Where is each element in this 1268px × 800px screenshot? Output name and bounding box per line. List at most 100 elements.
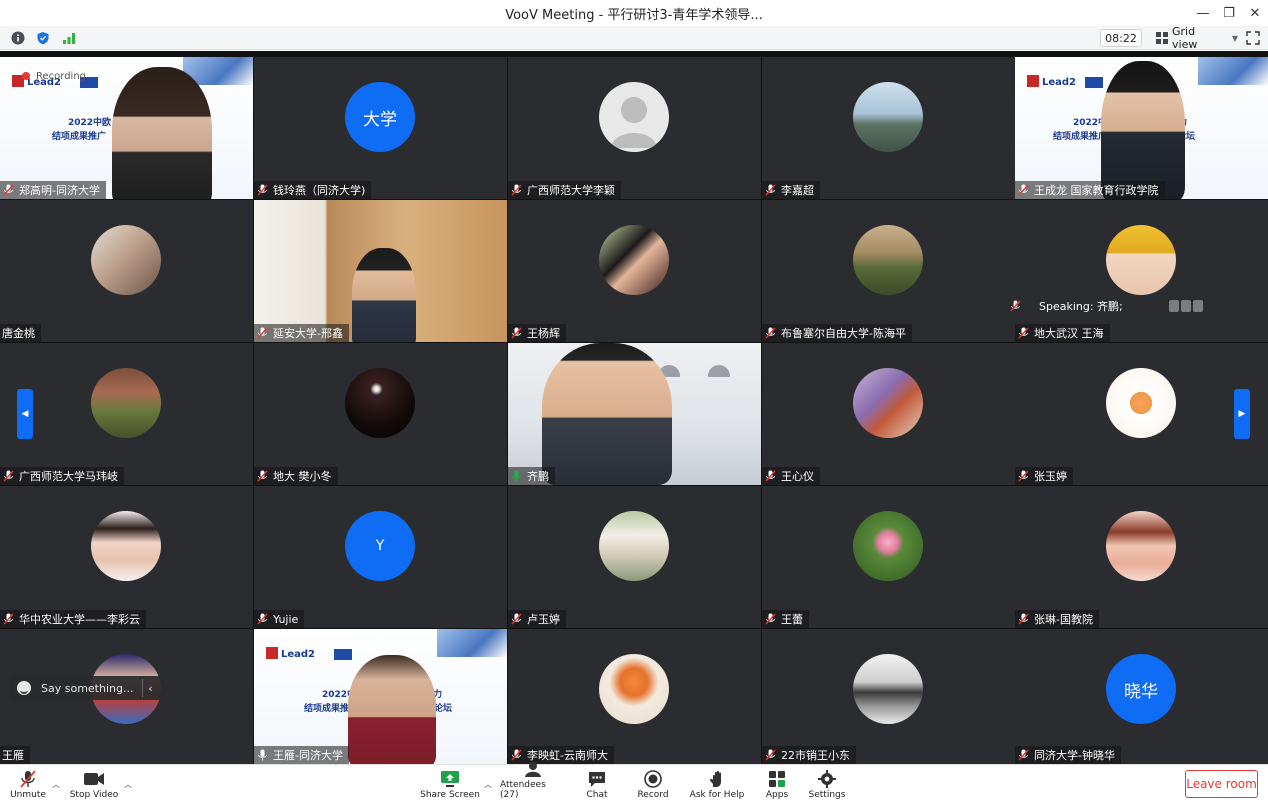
close-icon[interactable]: ✕ — [1242, 0, 1268, 26]
reaction-icons[interactable] — [1168, 300, 1203, 312]
participant-tile[interactable]: 唐金桃 — [0, 200, 253, 342]
share-screen-button[interactable]: Share Screen — [420, 768, 480, 800]
camera-video — [508, 343, 761, 485]
participant-name: 地大武汉 王海 — [1015, 324, 1110, 342]
meeting-timer: 08:22 — [1100, 29, 1142, 47]
mic-muted-icon — [3, 613, 14, 625]
participant-name: 齐鹏 — [508, 467, 555, 485]
window-controls: — ❐ ✕ — [1190, 0, 1268, 26]
participant-tile[interactable]: 晓华 同济大学-钟晓华 — [1015, 629, 1268, 764]
record-button[interactable]: Record — [634, 768, 672, 800]
speaking-label: Speaking: 齐鹏; — [1039, 300, 1123, 313]
participant-tile[interactable]: 王心仪 — [762, 343, 1015, 485]
participant-tile[interactable]: 地大武汉 王海 — [1015, 200, 1268, 342]
mic-muted-icon — [3, 184, 14, 196]
avatar — [91, 368, 161, 438]
participant-tile[interactable]: 延安大学-邢鑫 — [254, 200, 507, 342]
participant-tile[interactable]: Lead2 2022中欧 结项成果推广 Recording 郑高明-同济大学 — [0, 57, 253, 199]
settings-button[interactable]: Settings — [806, 768, 848, 800]
grid-view-dropdown[interactable]: Grid view ▼ — [1150, 25, 1238, 51]
avatar — [91, 225, 161, 295]
participant-name: 华中农业大学——李彩云 — [0, 610, 146, 628]
restore-icon[interactable]: ❐ — [1216, 0, 1242, 26]
apps-button[interactable]: Apps — [762, 768, 792, 800]
participant-tile[interactable]: 22市销王小东 — [762, 629, 1015, 764]
avatar — [1106, 225, 1176, 295]
mic-muted-icon — [257, 613, 268, 625]
mic-muted-icon — [257, 470, 268, 482]
participant-tile[interactable]: 广西师范大学马玮岐 — [0, 343, 253, 485]
grid-icon — [1156, 32, 1168, 44]
mic-muted-icon — [511, 613, 522, 625]
slide-video: Lead2 2022中术领导力 结项成果推广术领导力论坛 — [1015, 57, 1268, 199]
caret-up-icon[interactable]: ︿ — [52, 779, 60, 790]
participant-name: 张琳-国教院 — [1015, 610, 1099, 628]
title-bar: VooV Meeting - 平行研讨3-青年学术领导... — ❐ ✕ — [0, 0, 1268, 26]
chat-quick-input[interactable]: Say something... ‹ — [10, 676, 162, 700]
collapse-chevron-icon[interactable]: ‹ — [142, 679, 158, 697]
participant-tile[interactable]: 王杨辉 — [508, 200, 761, 342]
participant-name: 王成龙 国家教育行政学院 — [1015, 181, 1165, 199]
participant-name: 李嘉超 — [762, 181, 820, 199]
mic-muted-icon — [1018, 749, 1029, 761]
participant-name: 延安大学-邢鑫 — [254, 324, 349, 342]
voov-meeting-window: VooV Meeting - 平行研讨3-青年学术领导... — ❐ ✕ 08:… — [0, 0, 1268, 800]
camera-video — [254, 200, 507, 342]
ask-for-help-button[interactable]: Ask for Help — [688, 768, 746, 800]
mic-muted-icon — [765, 749, 776, 761]
avatar: 晓华 — [1106, 654, 1176, 724]
participant-tile[interactable]: Lead2 2022中术领导力 结项成果推广术领导力论坛 王雁-同济大学 — [254, 629, 507, 764]
minimize-icon[interactable]: — — [1190, 0, 1216, 26]
meeting-toolbar: 08:22 Grid view ▼ — [0, 25, 1268, 51]
participant-tile[interactable]: 大学 钱玲燕（同济大学) — [254, 57, 507, 199]
participant-tile[interactable]: Y Yujie — [254, 486, 507, 628]
mic-muted-icon — [1018, 470, 1029, 482]
participant-name: 王心仪 — [762, 467, 820, 485]
participant-tile[interactable]: 张琳-国教院 — [1015, 486, 1268, 628]
participant-tile[interactable]: 李映虹-云南师大 — [508, 629, 761, 764]
participant-tile[interactable]: 华中农业大学——李彩云 — [0, 486, 253, 628]
avatar: 大学 — [345, 82, 415, 152]
gear-icon — [816, 770, 838, 788]
avatar — [853, 225, 923, 295]
mic-active-icon — [512, 470, 521, 482]
participant-tile[interactable]: 李嘉超 — [762, 57, 1015, 199]
avatar — [599, 511, 669, 581]
shield-icon[interactable] — [35, 30, 51, 46]
recording-label: Recording — [36, 70, 87, 82]
participant-tile[interactable]: 布鲁塞尔自由大学-陈海平 — [762, 200, 1015, 342]
unmute-button[interactable]: Unmute — [8, 768, 48, 800]
signal-icon[interactable] — [61, 30, 77, 46]
window-title: VooV Meeting - 平行研讨3-青年学术领导... — [505, 7, 763, 23]
leave-room-button[interactable]: Leave room — [1185, 770, 1258, 798]
participant-tile[interactable]: 张玉婷 — [1015, 343, 1268, 485]
share-screen-icon — [439, 770, 461, 788]
next-page-button[interactable]: ▶ — [1234, 389, 1250, 439]
participant-tile[interactable]: 地大 樊小冬 — [254, 343, 507, 485]
caret-up-icon[interactable]: ︿ — [124, 779, 132, 790]
recording-indicator: Recording — [22, 69, 86, 83]
participant-name: 郑高明-同济大学 — [0, 181, 106, 199]
caret-up-icon[interactable]: ︿ — [484, 779, 492, 790]
prev-page-button[interactable]: ◀ — [17, 389, 33, 439]
participant-name: 广西师范大学马玮岐 — [0, 467, 124, 485]
mic-muted-icon — [765, 613, 776, 625]
avatar — [853, 368, 923, 438]
participant-tile[interactable]: 广西师范大学李颖 — [508, 57, 761, 199]
active-speaker-tile[interactable]: 齐鹏 — [508, 343, 761, 485]
participant-tile[interactable]: Lead2 2022中术领导力 结项成果推广术领导力论坛 王成龙 国家教育行政学… — [1015, 57, 1268, 199]
participant-name: 王雁-同济大学 — [254, 746, 349, 764]
chat-button[interactable]: Chat — [582, 768, 612, 800]
mic-muted-icon — [1010, 300, 1021, 312]
participant-tile[interactable]: 王蕾 — [762, 486, 1015, 628]
chat-placeholder[interactable]: Say something... — [41, 682, 133, 695]
participant-tile[interactable]: 卢玉婷 — [508, 486, 761, 628]
emoji-icon[interactable] — [17, 681, 31, 695]
mic-muted-icon — [511, 184, 522, 196]
participant-name: 王雁 — [0, 746, 30, 764]
attendees-button[interactable]: Attendees (27) — [500, 762, 566, 800]
info-icon[interactable] — [10, 30, 26, 46]
record-icon — [642, 770, 664, 788]
stop-video-button[interactable]: Stop Video — [68, 768, 120, 800]
fullscreen-icon[interactable] — [1246, 30, 1262, 46]
